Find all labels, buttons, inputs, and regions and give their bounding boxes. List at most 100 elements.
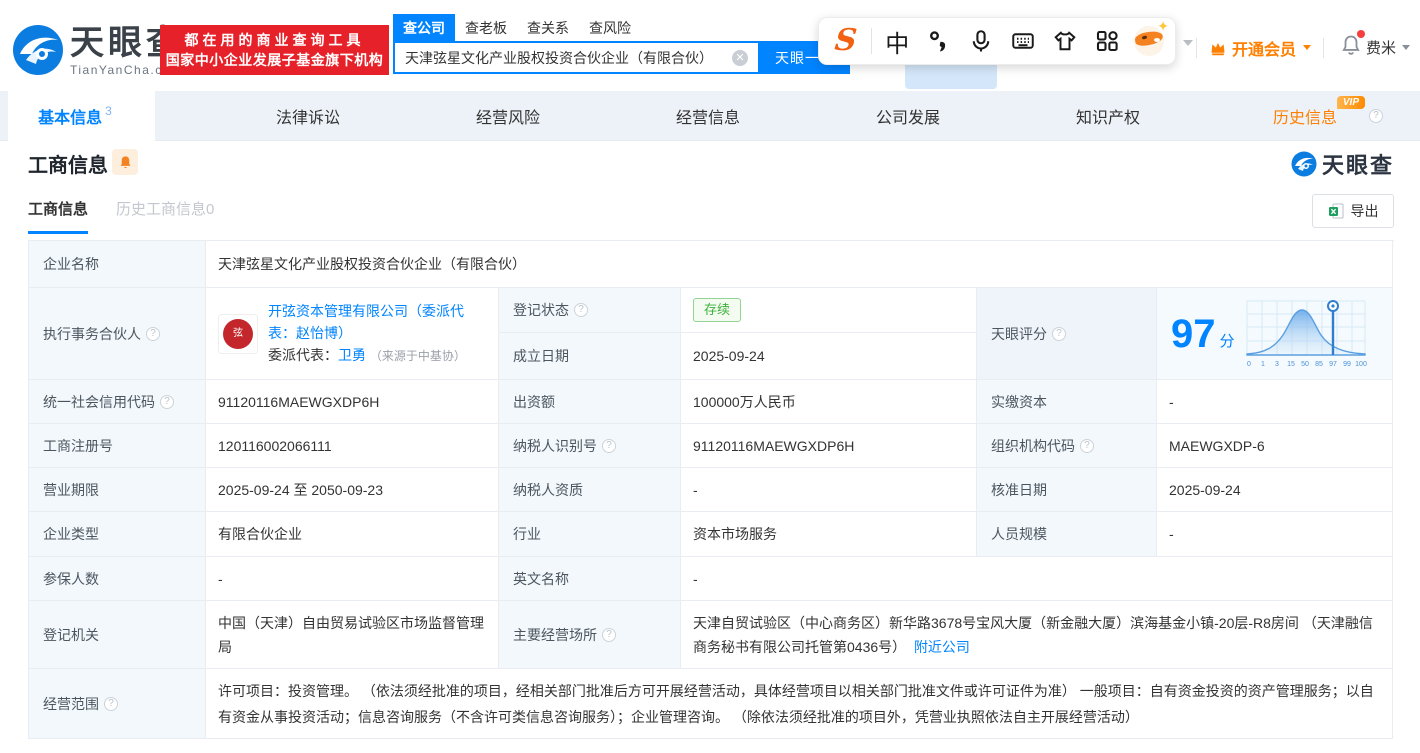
tab-company-development[interactable]: 公司发展 (876, 91, 940, 141)
user-menu[interactable]: 费米 (1366, 37, 1410, 58)
field-label: 营业期限 (29, 468, 206, 512)
field-label: 统一社会信用代码 (29, 380, 206, 424)
field-label: 企业名称 (29, 241, 206, 288)
search-tab-relation[interactable]: 查关系 (517, 14, 579, 41)
question-icon[interactable] (602, 439, 616, 453)
field-label: 英文名称 (499, 557, 681, 601)
field-label: 经营范围 (29, 669, 206, 739)
field-label: 登记机关 (29, 601, 206, 669)
svg-text:99: 99 (1343, 361, 1351, 368)
tianyancha-logo-icon (1291, 151, 1317, 177)
nearby-companies-link[interactable]: 附近公司 (914, 639, 970, 655)
emoji-face-icon[interactable]: ✦ (1132, 24, 1165, 58)
field-label: 实缴资本 (977, 380, 1157, 424)
export-button[interactable]: 导出 (1312, 194, 1394, 228)
field-label: 行业 (499, 512, 681, 557)
slogan-line2: 国家中小企业发展子基金旗下机构 (166, 50, 384, 70)
score-value: 97 (1171, 314, 1216, 354)
field-label: 纳税人识别号 (499, 424, 681, 468)
ime-divider (871, 28, 872, 54)
deputy-name-link[interactable]: 卫勇 (338, 347, 366, 363)
question-icon[interactable] (1080, 439, 1094, 453)
chinese-mode-icon[interactable]: 中 (881, 24, 914, 58)
notification-bell[interactable] (1340, 34, 1362, 61)
field-label: 成立日期 (499, 333, 681, 380)
question-icon[interactable] (104, 697, 118, 711)
open-vip-label: 开通会员 (1232, 36, 1296, 60)
deputy-source: （来源于中基协） (370, 349, 466, 363)
skin-icon[interactable] (1048, 24, 1081, 58)
company-name-value: 天津弦星文化产业股权投资合伙企业（有限合伙） (206, 241, 1393, 288)
search-clear-icon[interactable]: ✕ (732, 50, 748, 66)
subscribe-bell-button[interactable] (112, 149, 138, 175)
keyboard-icon[interactable] (1006, 24, 1039, 58)
svg-text:97: 97 (1329, 361, 1337, 368)
field-label: 组织机构代码 (977, 424, 1157, 468)
field-label: 核准日期 (977, 468, 1157, 512)
tab-intellectual-property[interactable]: 知识产权 (1076, 91, 1140, 141)
microphone-icon[interactable] (965, 24, 998, 58)
search-tab-boss[interactable]: 查老板 (455, 14, 517, 41)
excel-icon (1328, 203, 1344, 219)
partner-company-link[interactable]: 开弦资本管理有限公司（委派代表：赵怡博） (268, 303, 464, 341)
score-cell: 97 分 0 1 (1157, 288, 1393, 380)
field-label: 参保人数 (29, 557, 206, 601)
staff-size-value: - (1157, 512, 1393, 557)
slogan-line1: 都在用的商业查询工具 (185, 30, 365, 50)
search-tab-company[interactable]: 查公司 (393, 14, 455, 41)
alert-bell-icon (118, 155, 133, 170)
tab-history-info[interactable]: 历史信息 VIP (1273, 91, 1337, 141)
vip-badge: VIP (1337, 96, 1365, 109)
subtab-history-business-info[interactable]: 历史工商信息0 (116, 198, 214, 234)
notification-dot (1357, 30, 1365, 38)
tab-legal[interactable]: 法律诉讼 (276, 91, 340, 141)
tab-operation-risk[interactable]: 经营风险 (476, 91, 540, 141)
contribution-value: 100000万人民币 (681, 380, 977, 424)
svg-text:15: 15 (1287, 361, 1295, 368)
tianyancha-logo-icon (12, 24, 64, 76)
site-logo[interactable]: 天眼查 TianYanCha.com (12, 24, 184, 77)
establish-date-value: 2025-09-24 (681, 333, 977, 380)
punctuation-icon[interactable] (923, 24, 956, 58)
brand-slogan-badge: 都在用的商业查询工具 国家中小企业发展子基金旗下机构 (160, 25, 389, 75)
sogou-logo-icon[interactable]: S (829, 24, 862, 58)
field-label: 企业类型 (29, 512, 206, 557)
vip-caret-icon (1303, 45, 1311, 50)
company-nav-tabs: 基本信息 3 法律诉讼 经营风险 经营信息 公司发展 知识产权 历史信息 VIP (0, 91, 1420, 141)
taxpayer-id-value: 91120116MAEWGXDP6H (681, 424, 977, 468)
svg-text:3: 3 (1275, 361, 1279, 368)
industry-value: 资本市场服务 (681, 512, 977, 557)
tab-basic-info[interactable]: 基本信息 3 (38, 91, 112, 141)
watermark-logo: 天眼查 (1291, 148, 1394, 180)
question-icon[interactable] (1052, 327, 1066, 341)
crown-icon (1209, 39, 1227, 57)
svg-text:85: 85 (1315, 361, 1323, 368)
open-vip-button[interactable]: 开通会员 (1209, 36, 1311, 60)
watermark-text: 天眼查 (1322, 148, 1394, 180)
search-box: ✕ (393, 41, 760, 74)
question-icon[interactable] (602, 628, 616, 642)
field-label: 天眼评分 (977, 288, 1157, 380)
business-place-value: 天津自贸试验区（中心商务区）新华路3678号宝风大厦（新金融大厦）滨海基金小镇-… (681, 601, 1393, 669)
search-tab-risk[interactable]: 查风险 (579, 14, 641, 41)
question-icon[interactable] (574, 303, 588, 317)
field-label: 主要经营场所 (499, 601, 681, 669)
partner-logo[interactable]: 弦 (218, 314, 258, 354)
insured-count-value: - (206, 557, 499, 601)
question-icon[interactable] (160, 395, 174, 409)
field-label: 登记状态 (499, 288, 681, 333)
toolbox-grid-icon[interactable] (1090, 24, 1123, 58)
username-label: 费米 (1366, 37, 1396, 58)
header: 天眼查 TianYanCha.com 都在用的商业查询工具 国家中小企业发展子基… (0, 0, 1420, 91)
tab-operation-info[interactable]: 经营信息 (676, 91, 740, 141)
export-label: 导出 (1351, 201, 1379, 221)
credit-code-value: 91120116MAEWGXDP6H (206, 380, 499, 424)
business-term-value: 2025-09-24 至 2050-09-23 (206, 468, 499, 512)
question-icon[interactable] (146, 327, 160, 341)
subtab-business-info[interactable]: 工商信息 (28, 198, 88, 234)
field-label: 工商注册号 (29, 424, 206, 468)
search-input[interactable] (395, 43, 732, 72)
reg-status-value: 存续 (681, 288, 977, 333)
deputy-prefix: 委派代表： (268, 347, 338, 363)
question-icon[interactable] (1369, 109, 1383, 123)
